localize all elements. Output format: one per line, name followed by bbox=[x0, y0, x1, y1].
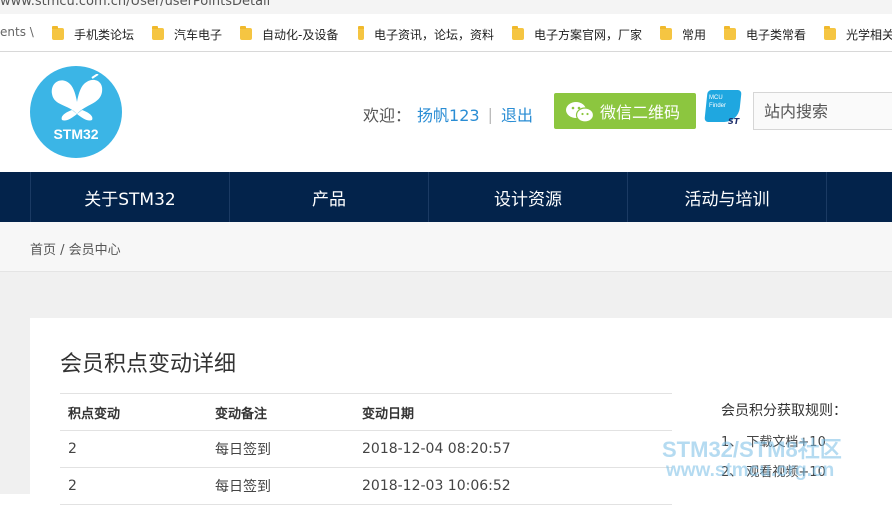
list-item: 1、 下载文档+10 bbox=[721, 435, 826, 450]
nav-item-design-resources[interactable]: 设计资源 bbox=[428, 172, 627, 222]
rules-title: 会员积分获取规则： bbox=[721, 403, 847, 419]
bookmark-item[interactable]: 电子类常看 bbox=[724, 25, 806, 43]
butterfly-icon bbox=[51, 74, 103, 121]
stm32-logo[interactable]: STM32 bbox=[30, 66, 122, 158]
bookmark-item[interactable]: 电子资讯，论坛，资料 bbox=[358, 25, 494, 43]
url-text: www.stmcu.com.cn/User/userPointsDetail bbox=[0, 0, 271, 9]
nav-item-more[interactable]: 全 bbox=[826, 172, 892, 222]
logo-text: STM32 bbox=[53, 126, 99, 142]
welcome-area: 欢迎： 扬帆123 | 退出 bbox=[363, 102, 533, 126]
mcu-finder-icon[interactable]: MCU Finder ST bbox=[704, 90, 744, 128]
bookmark-item[interactable]: 手机类论坛 bbox=[52, 25, 134, 43]
points-rules: 会员积分获取规则： 1、 下载文档+10 2、 观看视频+10 bbox=[721, 400, 892, 494]
column-header: 变动日期 bbox=[354, 393, 672, 431]
bookmark-item[interactable]: 汽车电子 bbox=[152, 25, 222, 43]
table-cell: 2 bbox=[60, 430, 207, 468]
folder-icon bbox=[660, 26, 672, 40]
bookmark-truncated[interactable]: ents \ bbox=[0, 25, 34, 39]
folder-icon bbox=[240, 26, 252, 40]
folder-icon bbox=[358, 26, 364, 40]
site-search[interactable] bbox=[753, 92, 892, 130]
bookmarks-bar: ents \ 手机类论坛 汽车电子 自动化-及设备 电子资讯，论坛，资料 电子方… bbox=[0, 14, 892, 52]
main-nav: 关于STM32 产品 设计资源 活动与培训 全 bbox=[0, 172, 892, 222]
nav-item-products[interactable]: 产品 bbox=[229, 172, 428, 222]
wechat-button-label: 微信二维码 bbox=[600, 103, 681, 122]
wechat-qr-button[interactable]: 微信二维码 bbox=[554, 93, 696, 129]
table-row: 2 每日签到 2018-12-04 08:20:57 bbox=[60, 430, 672, 468]
mcu-finder-line2: Finder bbox=[709, 103, 727, 109]
username-link[interactable]: 扬帆123 bbox=[417, 102, 480, 126]
page-title: 会员积点变动详细 bbox=[60, 352, 237, 377]
bookmark-item[interactable]: 电子方案官网，厂家 bbox=[512, 25, 642, 43]
folder-icon bbox=[724, 26, 736, 40]
separator: | bbox=[487, 104, 493, 124]
rules-list: 1、 下载文档+10 2、 观看视频+10 bbox=[721, 434, 892, 482]
folder-icon bbox=[512, 26, 524, 40]
table-row: 2 每日签到 2018-12-03 10:06:52 bbox=[60, 467, 672, 505]
table-cell: 2018-12-03 10:06:52 bbox=[354, 467, 672, 505]
bookmark-item[interactable]: 自动化-及设备 bbox=[240, 25, 338, 43]
table-cell: 每日签到 bbox=[207, 467, 354, 505]
site-header: STM32 欢迎： 扬帆123 | 退出 微信二维码 MCU Finder ST bbox=[0, 52, 892, 172]
breadcrumb-bar: 首页 / 会员中心 bbox=[0, 222, 892, 272]
folder-icon bbox=[824, 26, 836, 40]
st-brand: ST bbox=[728, 117, 740, 126]
nav-item-about-stm32[interactable]: 关于STM32 bbox=[30, 172, 229, 222]
nav-item-events-training[interactable]: 活动与培训 bbox=[627, 172, 826, 222]
mcu-finder-line1: MCU bbox=[709, 95, 723, 101]
table-cell: 2018-12-04 08:20:57 bbox=[354, 430, 672, 468]
table-header-row: 积点变动 变动备注 变动日期 bbox=[60, 393, 672, 431]
address-bar[interactable]: www.stmcu.com.cn/User/userPointsDetail bbox=[0, 0, 892, 14]
table-cell: 2 bbox=[60, 467, 207, 505]
bookmark-item[interactable]: 常用 bbox=[660, 25, 706, 43]
folder-icon bbox=[152, 26, 164, 40]
welcome-label: 欢迎： bbox=[363, 106, 412, 125]
folder-icon bbox=[52, 26, 64, 40]
logout-link[interactable]: 退出 bbox=[501, 102, 533, 126]
wechat-icon bbox=[566, 101, 595, 123]
table-cell: 每日签到 bbox=[207, 430, 354, 468]
points-table: 积点变动 变动备注 变动日期 2 每日签到 2018-12-04 08:20:5… bbox=[60, 393, 672, 505]
search-input[interactable] bbox=[754, 93, 892, 129]
bookmark-item[interactable]: 光学相关 bbox=[824, 25, 892, 43]
list-item: 2、 观看视频+10 bbox=[721, 465, 826, 480]
column-header: 变动备注 bbox=[207, 393, 354, 431]
breadcrumb[interactable]: 首页 / 会员中心 bbox=[30, 239, 121, 258]
column-header: 积点变动 bbox=[60, 393, 207, 431]
